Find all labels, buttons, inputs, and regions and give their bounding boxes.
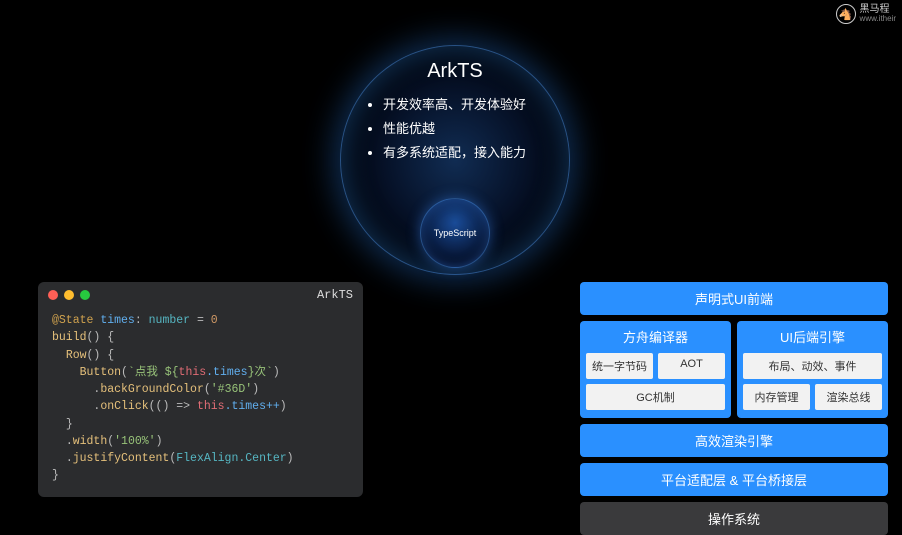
arch-item-layout: 布局、动效、事件 (743, 353, 882, 379)
arkts-title: ArkTS (341, 60, 569, 83)
code-titlebar: ArkTS (38, 282, 363, 306)
brand-sub: www.itheir (860, 15, 896, 23)
arch-item-renderbus: 渲染总线 (815, 384, 882, 410)
code-title: ArkTS (317, 288, 353, 302)
bullet-2: 性能优越 (383, 117, 569, 141)
arch-compiler: 方舟编译器 统一字节码 AOT GC机制 (580, 321, 731, 418)
architecture-diagram: 声明式UI前端 方舟编译器 统一字节码 AOT GC机制 UI后端引擎 布局、动… (580, 282, 888, 535)
close-icon[interactable] (48, 290, 58, 300)
minimize-icon[interactable] (64, 290, 74, 300)
arch-item-bytecode: 统一字节码 (586, 353, 653, 379)
bullet-1: 开发效率高、开发体验好 (383, 93, 569, 117)
arch-os: 操作系统 (580, 502, 888, 535)
arch-backend: UI后端引擎 布局、动效、事件 内存管理 渲染总线 (737, 321, 888, 418)
arch-platform: 平台适配层 & 平台桥接层 (580, 463, 888, 496)
maximize-icon[interactable] (80, 290, 90, 300)
arch-render-engine: 高效渲染引擎 (580, 424, 888, 457)
brand-badge: 🐴 黑马程 www.itheir (836, 4, 896, 24)
arkts-circle: ArkTS 开发效率高、开发体验好 性能优越 有多系统适配，接入能力 TypeS… (340, 45, 570, 275)
bullet-3: 有多系统适配，接入能力 (383, 141, 569, 165)
code-body: @State times: number = 0 build() { Row()… (38, 306, 363, 497)
arch-item-aot: AOT (658, 353, 725, 379)
arkts-bullets: 开发效率高、开发体验好 性能优越 有多系统适配，接入能力 (383, 93, 569, 165)
code-window: ArkTS @State times: number = 0 build() {… (38, 282, 363, 497)
arch-header: 声明式UI前端 (580, 282, 888, 315)
brand-icon: 🐴 (836, 4, 856, 24)
typescript-circle: TypeScript (420, 198, 490, 268)
arch-item-memory: 内存管理 (743, 384, 810, 410)
arch-item-gc: GC机制 (586, 384, 725, 410)
